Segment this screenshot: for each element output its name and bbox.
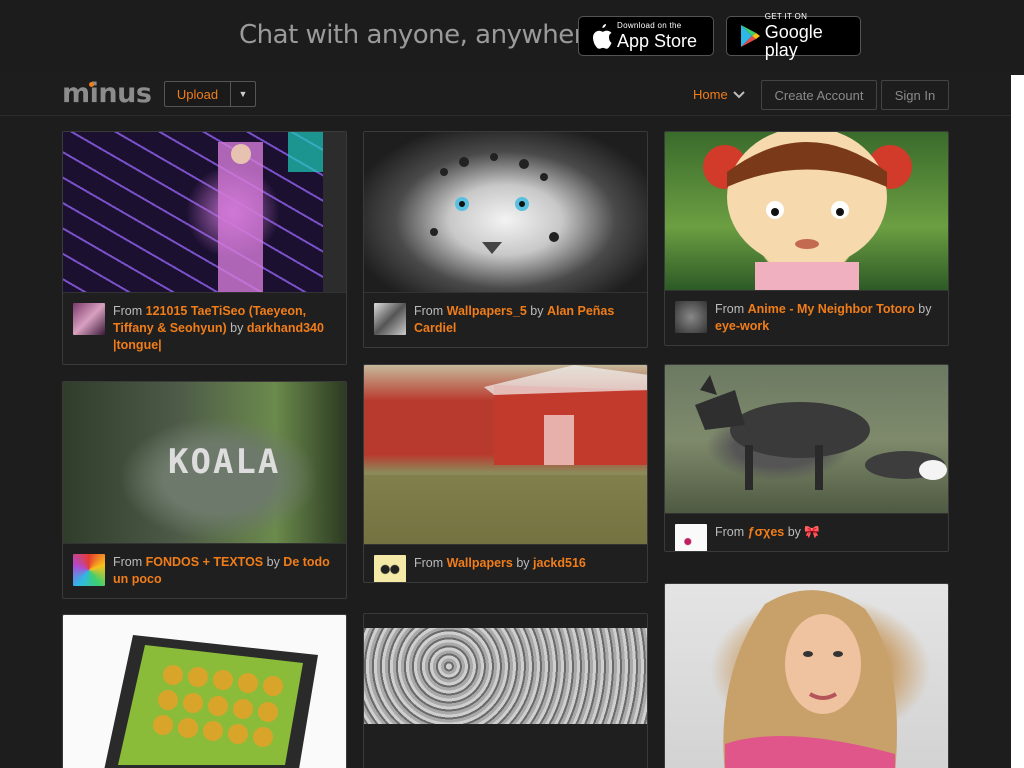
gallery-thumbnail[interactable]	[675, 301, 707, 333]
gallery-card[interactable]: From ƒσχes by 🎀	[664, 364, 949, 552]
from-text: From	[113, 304, 146, 318]
gallery-link[interactable]: ƒσχes	[748, 525, 785, 539]
from-text: From	[715, 525, 748, 539]
gallery-image[interactable]: KOALA	[63, 382, 346, 543]
by-text: by	[263, 555, 284, 569]
user-link[interactable]: jackd516	[533, 556, 586, 570]
top-navbar: minus Upload ▼ Home Create Account Sign …	[0, 72, 1024, 116]
gallery-image[interactable]	[63, 132, 346, 292]
gallery-image[interactable]	[364, 628, 647, 724]
google-play-big-text: Google play	[764, 22, 823, 60]
gallery-image-bottom	[364, 724, 647, 768]
apple-icon	[587, 23, 617, 49]
google-play-small-text: GET IT ON	[764, 12, 808, 21]
gallery-link[interactable]: Wallpapers	[447, 556, 513, 570]
from-text: From	[414, 304, 447, 318]
from-text: From	[715, 302, 748, 316]
gallery-thumbnail[interactable]	[73, 554, 105, 586]
user-link[interactable]: 🎀	[804, 525, 820, 539]
promo-banner: Chat with anyone, anywhere. Download on …	[0, 0, 1024, 72]
gallery-link[interactable]: FONDOS + TEXTOS	[146, 555, 264, 569]
gallery-image[interactable]	[364, 365, 647, 544]
gallery-image[interactable]	[665, 584, 948, 768]
create-account-button[interactable]: Create Account	[761, 80, 877, 110]
gallery-card[interactable]	[363, 613, 648, 768]
scrollbar[interactable]	[1011, 75, 1024, 768]
logo-dot	[89, 82, 94, 87]
upload-button[interactable]: Upload	[165, 82, 231, 106]
gallery-card[interactable]: KOALA From FONDOS + TEXTOS by De todo un…	[62, 381, 347, 599]
gallery-image[interactable]	[665, 365, 948, 513]
by-text: by	[512, 556, 534, 570]
user-link[interactable]: eye-work	[715, 319, 769, 333]
gallery-meta: From ƒσχes by 🎀	[665, 513, 948, 551]
gallery-card[interactable]: From Anime - My Neighbor Totoro by eye-w…	[664, 131, 949, 346]
gallery-thumbnail[interactable]	[374, 303, 406, 335]
gallery-image[interactable]	[63, 615, 346, 768]
gallery-meta: From Wallpapers by jackd516	[364, 544, 647, 582]
gallery-card[interactable]: From 121015 TaeTiSeo (Taeyeon, Tiffany &…	[62, 131, 347, 365]
chevron-down-icon	[732, 88, 745, 102]
gallery-thumbnail[interactable]	[675, 524, 707, 551]
gallery-card[interactable]: From Wallpapers_5 by Alan Peñas Cardiel	[363, 131, 648, 348]
gallery-meta: From 121015 TaeTiSeo (Taeyeon, Tiffany &…	[63, 292, 346, 364]
app-store-button[interactable]: Download on the App Store	[578, 16, 714, 56]
gallery-meta: From FONDOS + TEXTOS by De todo un poco	[63, 543, 346, 598]
gallery-link[interactable]: Anime - My Neighbor Totoro	[748, 302, 915, 316]
gallery-card[interactable]: From Wallpapers by jackd516	[363, 364, 648, 583]
gallery-link[interactable]: Wallpapers_5	[447, 304, 527, 318]
by-text: by	[914, 302, 932, 316]
home-label: Home	[693, 87, 728, 102]
by-text: by	[226, 321, 247, 335]
by-text: by	[784, 525, 805, 539]
app-store-small-text: Download on the	[617, 21, 682, 30]
gallery-image-top	[364, 614, 647, 628]
google-play-button[interactable]: GET IT ON Google play	[726, 12, 861, 60]
logo-text: minus	[62, 78, 152, 109]
koala-image-text: KOALA	[168, 442, 281, 482]
google-play-icon	[735, 24, 765, 48]
gallery-card[interactable]	[664, 583, 949, 768]
gallery-meta: From Anime - My Neighbor Totoro by eye-w…	[665, 290, 948, 345]
minus-logo[interactable]: minus	[62, 78, 152, 109]
gallery-thumbnail[interactable]	[374, 555, 406, 582]
home-menu-link[interactable]: Home	[693, 87, 745, 102]
gallery-image[interactable]	[665, 132, 948, 290]
from-text: From	[414, 556, 447, 570]
upload-dropdown-caret-icon[interactable]: ▼	[231, 82, 255, 106]
upload-button-group: Upload ▼	[164, 81, 256, 107]
from-text: From	[113, 555, 146, 569]
promo-tagline: Chat with anyone, anywhere.	[239, 20, 607, 50]
gallery-image[interactable]	[364, 132, 647, 292]
by-text: by	[526, 304, 547, 318]
gallery-card[interactable]	[62, 614, 347, 768]
sign-in-button[interactable]: Sign In	[881, 80, 949, 110]
gallery-thumbnail[interactable]	[73, 303, 105, 335]
gallery-meta: From Wallpapers_5 by Alan Peñas Cardiel	[364, 292, 647, 347]
app-store-big-text: App Store	[617, 31, 698, 51]
